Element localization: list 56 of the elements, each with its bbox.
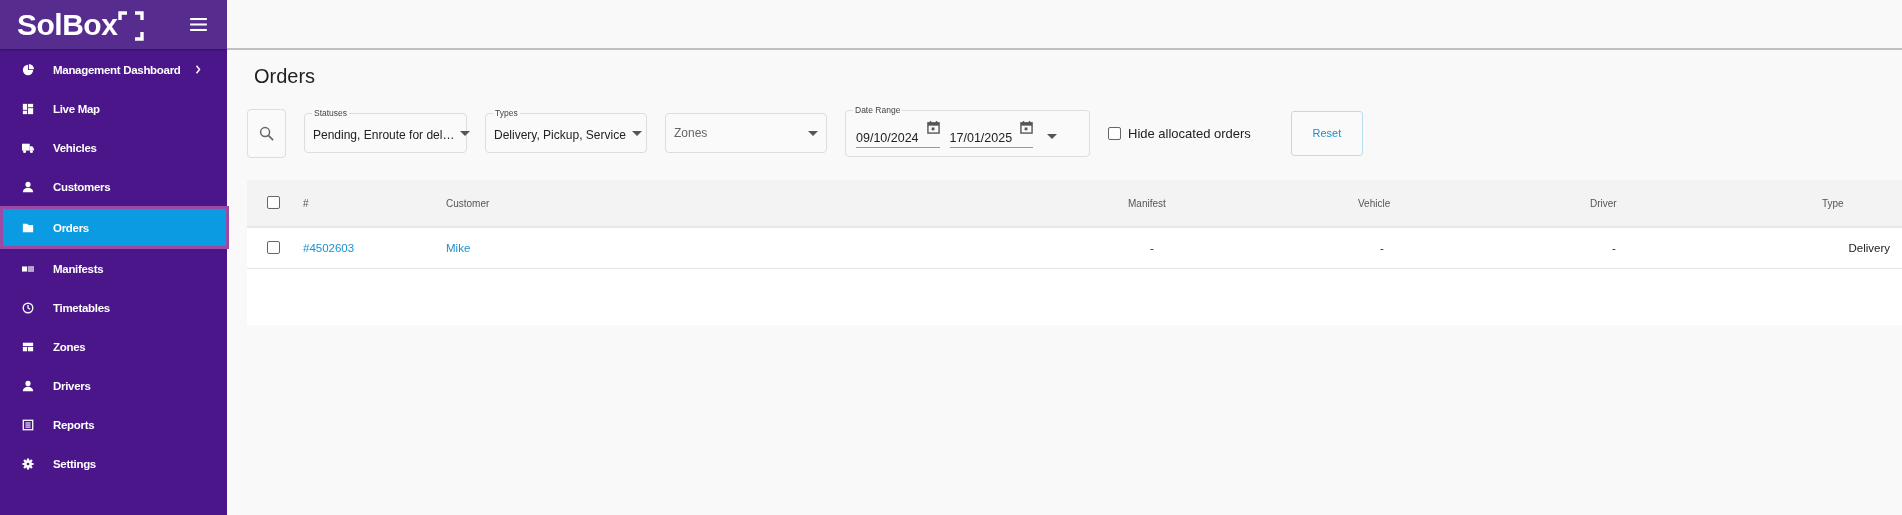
reset-button[interactable]: Reset: [1290, 110, 1363, 156]
caret-icon: [460, 130, 471, 136]
caret-icon: [1047, 133, 1058, 139]
dashboard-icon: [22, 102, 34, 115]
column-header: Customer: [446, 197, 491, 209]
caret-icon: [808, 130, 818, 136]
sidebar-item[interactable]: Reports: [0, 406, 227, 443]
checkbox[interactable]: [267, 240, 280, 254]
sidebar-item[interactable]: Live Map: [0, 90, 227, 127]
clock-icon: [22, 301, 34, 314]
column-header: Type: [1822, 197, 1845, 209]
truck-icon: [22, 141, 34, 154]
column-header: #: [303, 197, 310, 209]
calendar-icon[interactable]: [1020, 120, 1034, 134]
sidebar-item[interactable]: Drivers: [0, 367, 227, 404]
search-icon: [259, 125, 274, 141]
sidebar-item[interactable]: Manifests: [0, 250, 227, 287]
table-link[interactable]: Mike: [446, 242, 1128, 254]
sidebar-item[interactable]: Zones: [0, 328, 227, 365]
person-icon: [22, 379, 34, 392]
date-input[interactable]: 17/01/2025: [949, 124, 1013, 145]
pie-chart-icon: [22, 63, 34, 76]
column-header: Manifest: [1128, 197, 1167, 209]
table-link[interactable]: #4502603: [303, 242, 446, 254]
logo: SolBox: [17, 9, 118, 40]
layout-icon: [22, 340, 34, 353]
table-cell-text: -: [1379, 242, 1385, 254]
checkbox[interactable]: [267, 195, 280, 209]
report-icon: [22, 418, 34, 431]
field-label: Date Range: [853, 104, 903, 116]
calendar-icon[interactable]: [926, 120, 940, 134]
chevron-icon: [195, 65, 201, 74]
zones-select[interactable]: Zones: [665, 113, 827, 153]
page-title: Orders: [254, 65, 317, 88]
folder-icon: [22, 221, 34, 234]
bracket-icon: [118, 10, 145, 41]
checkbox-label[interactable]: Hide allocated orders: [1128, 125, 1251, 141]
date-input[interactable]: 09/10/2024: [856, 124, 919, 145]
table-cell-text: -: [1611, 242, 1617, 254]
table-cell-text: Delivery: [1848, 242, 1891, 254]
sidebar-item[interactable]: Management Dashboard: [0, 51, 227, 88]
column-header: Driver: [1590, 197, 1618, 209]
sidebar-item[interactable]: Customers: [0, 168, 227, 205]
settings-icon: [22, 457, 34, 470]
search-button[interactable]: [247, 108, 286, 158]
table-cell-text: -: [1149, 242, 1155, 254]
field-label: Types: [493, 108, 520, 119]
menu-icon[interactable]: [190, 18, 207, 31]
person-icon: [22, 180, 34, 193]
checkbox[interactable]: [1108, 126, 1121, 140]
column-header: Vehicle: [1358, 197, 1392, 209]
sidebar-item[interactable]: Settings: [0, 445, 227, 482]
sidebar-item[interactable]: Vehicles: [0, 129, 227, 166]
sidebar-item[interactable]: Timetables: [0, 289, 227, 326]
field-label: Statuses: [312, 108, 350, 119]
caret-icon: [631, 130, 642, 136]
